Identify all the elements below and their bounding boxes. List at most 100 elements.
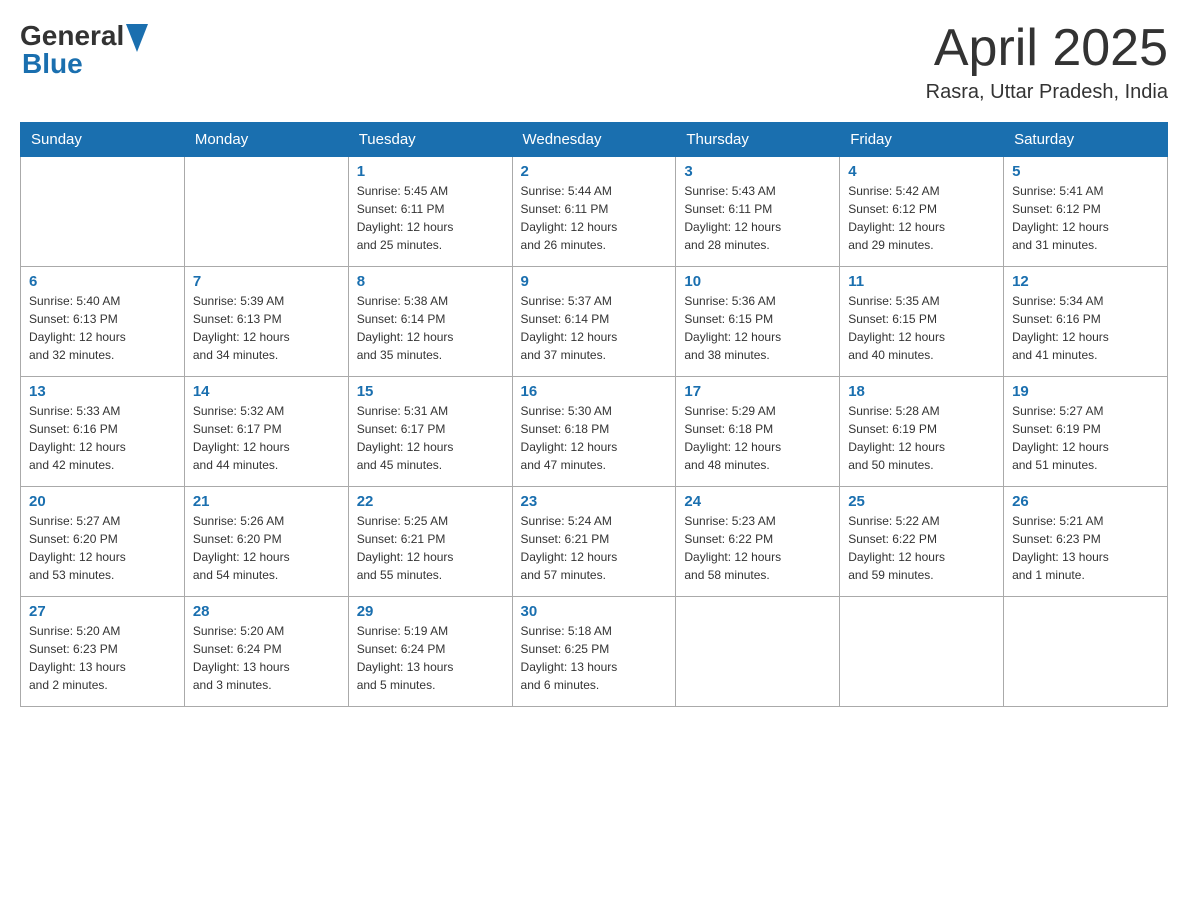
calendar-cell: 24 Sunrise: 5:23 AM Sunset: 6:22 PM Dayli… — [676, 487, 840, 597]
week-row-3: 13Sunrise: 5:33 AM Sunset: 6:16 PM Dayli… — [21, 377, 1168, 487]
day-number: 20 — [29, 493, 176, 510]
day-number: 13 — [29, 383, 176, 400]
day-info: Sunrise: 5:27 AM Sunset: 6:19 PM Dayligh… — [1012, 402, 1159, 474]
calendar-table: SundayMondayTuesdayWednesdayThursdayFrid… — [20, 122, 1168, 707]
day-info: Sunrise: 5:21 AM Sunset: 6:23 PM Dayligh… — [1012, 512, 1159, 584]
calendar-cell: 4Sunrise: 5:42 AM Sunset: 6:12 PM Daylig… — [840, 157, 1004, 267]
calendar-cell: 17Sunrise: 5:29 AM Sunset: 6:18 PM Dayli… — [676, 377, 840, 487]
calendar-cell — [840, 597, 1004, 707]
day-number: 14 — [193, 383, 340, 400]
day-number: 11 — [848, 273, 995, 290]
calendar-cell: 30 Sunrise: 5:18 AM Sunset: 6:25 PM Dayli… — [512, 597, 676, 707]
calendar-cell: 2 Sunrise: 5:44 AM Sunset: 6:11 PM Daylig… — [512, 157, 676, 267]
calendar-cell: 28 Sunrise: 5:20 AM Sunset: 6:24 PM Dayli… — [184, 597, 348, 707]
calendar-cell: 18Sunrise: 5:28 AM Sunset: 6:19 PM Dayli… — [840, 377, 1004, 487]
day-info: Sunrise: 5:34 AM Sunset: 6:16 PM Dayligh… — [1012, 292, 1159, 364]
day-info: Sunrise: 5:42 AM Sunset: 6:12 PM Dayligh… — [848, 182, 995, 254]
week-row-2: 6 Sunrise: 5:40 AM Sunset: 6:13 PM Daylig… — [21, 267, 1168, 377]
day-info: Sunrise: 5:40 AM Sunset: 6:13 PM Dayligh… — [29, 292, 176, 364]
day-number: 1 — [357, 163, 504, 180]
day-info: Sunrise: 5:30 AM Sunset: 6:18 PM Dayligh… — [521, 402, 668, 474]
day-info: Sunrise: 5:37 AM Sunset: 6:14 PM Dayligh… — [521, 292, 668, 364]
calendar-cell: 16 Sunrise: 5:30 AM Sunset: 6:18 PM Dayli… — [512, 377, 676, 487]
column-header-sunday: Sunday — [21, 123, 185, 157]
logo: General Blue — [20, 20, 148, 80]
day-info: Sunrise: 5:29 AM Sunset: 6:18 PM Dayligh… — [684, 402, 831, 474]
column-header-thursday: Thursday — [676, 123, 840, 157]
calendar-body: 1 Sunrise: 5:45 AM Sunset: 6:11 PM Daylig… — [21, 157, 1168, 707]
calendar-cell: 12 Sunrise: 5:34 AM Sunset: 6:16 PM Dayli… — [1004, 267, 1168, 377]
day-info: Sunrise: 5:23 AM Sunset: 6:22 PM Dayligh… — [684, 512, 831, 584]
day-number: 30 — [521, 603, 668, 620]
day-number: 12 — [1012, 273, 1159, 290]
calendar-cell: 22 Sunrise: 5:25 AM Sunset: 6:21 PM Dayli… — [348, 487, 512, 597]
day-number: 27 — [29, 603, 176, 620]
day-number: 26 — [1012, 493, 1159, 510]
day-number: 7 — [193, 273, 340, 290]
day-info: Sunrise: 5:31 AM Sunset: 6:17 PM Dayligh… — [357, 402, 504, 474]
day-number: 28 — [193, 603, 340, 620]
column-header-saturday: Saturday — [1004, 123, 1168, 157]
calendar-cell: 27 Sunrise: 5:20 AM Sunset: 6:23 PM Dayli… — [21, 597, 185, 707]
calendar-cell: 20Sunrise: 5:27 AM Sunset: 6:20 PM Dayli… — [21, 487, 185, 597]
calendar-cell: 14 Sunrise: 5:32 AM Sunset: 6:17 PM Dayli… — [184, 377, 348, 487]
calendar-cell: 8 Sunrise: 5:38 AM Sunset: 6:14 PM Daylig… — [348, 267, 512, 377]
calendar-cell — [21, 157, 185, 267]
day-number: 16 — [521, 383, 668, 400]
day-info: Sunrise: 5:36 AM Sunset: 6:15 PM Dayligh… — [684, 292, 831, 364]
calendar-cell: 15 Sunrise: 5:31 AM Sunset: 6:17 PM Dayli… — [348, 377, 512, 487]
day-number: 6 — [29, 273, 176, 290]
day-info: Sunrise: 5:45 AM Sunset: 6:11 PM Dayligh… — [357, 182, 504, 254]
title-block: April 2025 Rasra, Uttar Pradesh, India — [926, 20, 1168, 104]
calendar-cell: 1 Sunrise: 5:45 AM Sunset: 6:11 PM Daylig… — [348, 157, 512, 267]
calendar-cell: 21 Sunrise: 5:26 AM Sunset: 6:20 PM Dayli… — [184, 487, 348, 597]
column-header-tuesday: Tuesday — [348, 123, 512, 157]
day-number: 25 — [848, 493, 995, 510]
calendar-cell: 25 Sunrise: 5:22 AM Sunset: 6:22 PM Dayli… — [840, 487, 1004, 597]
page-header: General Blue April 2025 Rasra, Uttar Pra… — [20, 20, 1168, 104]
calendar-cell: 26 Sunrise: 5:21 AM Sunset: 6:23 PM Dayli… — [1004, 487, 1168, 597]
day-number: 8 — [357, 273, 504, 290]
day-info: Sunrise: 5:20 AM Sunset: 6:24 PM Dayligh… — [193, 622, 340, 694]
calendar-cell: 7 Sunrise: 5:39 AM Sunset: 6:13 PM Daylig… — [184, 267, 348, 377]
column-header-wednesday: Wednesday — [512, 123, 676, 157]
day-number: 15 — [357, 383, 504, 400]
day-number: 2 — [521, 163, 668, 180]
calendar-cell: 23Sunrise: 5:24 AM Sunset: 6:21 PM Dayli… — [512, 487, 676, 597]
day-number: 18 — [848, 383, 995, 400]
calendar-cell: 6 Sunrise: 5:40 AM Sunset: 6:13 PM Daylig… — [21, 267, 185, 377]
calendar-cell: 13Sunrise: 5:33 AM Sunset: 6:16 PM Dayli… — [21, 377, 185, 487]
calendar-cell — [184, 157, 348, 267]
day-number: 29 — [357, 603, 504, 620]
day-number: 22 — [357, 493, 504, 510]
day-info: Sunrise: 5:35 AM Sunset: 6:15 PM Dayligh… — [848, 292, 995, 364]
day-number: 3 — [684, 163, 831, 180]
calendar-cell: 19 Sunrise: 5:27 AM Sunset: 6:19 PM Dayli… — [1004, 377, 1168, 487]
day-info: Sunrise: 5:43 AM Sunset: 6:11 PM Dayligh… — [684, 182, 831, 254]
day-info: Sunrise: 5:25 AM Sunset: 6:21 PM Dayligh… — [357, 512, 504, 584]
day-number: 9 — [521, 273, 668, 290]
day-number: 21 — [193, 493, 340, 510]
day-info: Sunrise: 5:24 AM Sunset: 6:21 PM Dayligh… — [521, 512, 668, 584]
day-info: Sunrise: 5:32 AM Sunset: 6:17 PM Dayligh… — [193, 402, 340, 474]
day-info: Sunrise: 5:18 AM Sunset: 6:25 PM Dayligh… — [521, 622, 668, 694]
day-number: 19 — [1012, 383, 1159, 400]
day-number: 5 — [1012, 163, 1159, 180]
day-info: Sunrise: 5:22 AM Sunset: 6:22 PM Dayligh… — [848, 512, 995, 584]
week-row-4: 20Sunrise: 5:27 AM Sunset: 6:20 PM Dayli… — [21, 487, 1168, 597]
day-info: Sunrise: 5:39 AM Sunset: 6:13 PM Dayligh… — [193, 292, 340, 364]
day-info: Sunrise: 5:44 AM Sunset: 6:11 PM Dayligh… — [521, 182, 668, 254]
logo-triangle-icon — [126, 24, 148, 52]
calendar-subtitle: Rasra, Uttar Pradesh, India — [926, 81, 1168, 104]
logo-blue-text: Blue — [22, 48, 83, 80]
day-info: Sunrise: 5:41 AM Sunset: 6:12 PM Dayligh… — [1012, 182, 1159, 254]
week-row-1: 1 Sunrise: 5:45 AM Sunset: 6:11 PM Daylig… — [21, 157, 1168, 267]
calendar-cell: 29Sunrise: 5:19 AM Sunset: 6:24 PM Dayli… — [348, 597, 512, 707]
day-number: 10 — [684, 273, 831, 290]
calendar-cell — [676, 597, 840, 707]
column-header-monday: Monday — [184, 123, 348, 157]
day-info: Sunrise: 5:26 AM Sunset: 6:20 PM Dayligh… — [193, 512, 340, 584]
day-number: 24 — [684, 493, 831, 510]
day-info: Sunrise: 5:20 AM Sunset: 6:23 PM Dayligh… — [29, 622, 176, 694]
day-info: Sunrise: 5:38 AM Sunset: 6:14 PM Dayligh… — [357, 292, 504, 364]
